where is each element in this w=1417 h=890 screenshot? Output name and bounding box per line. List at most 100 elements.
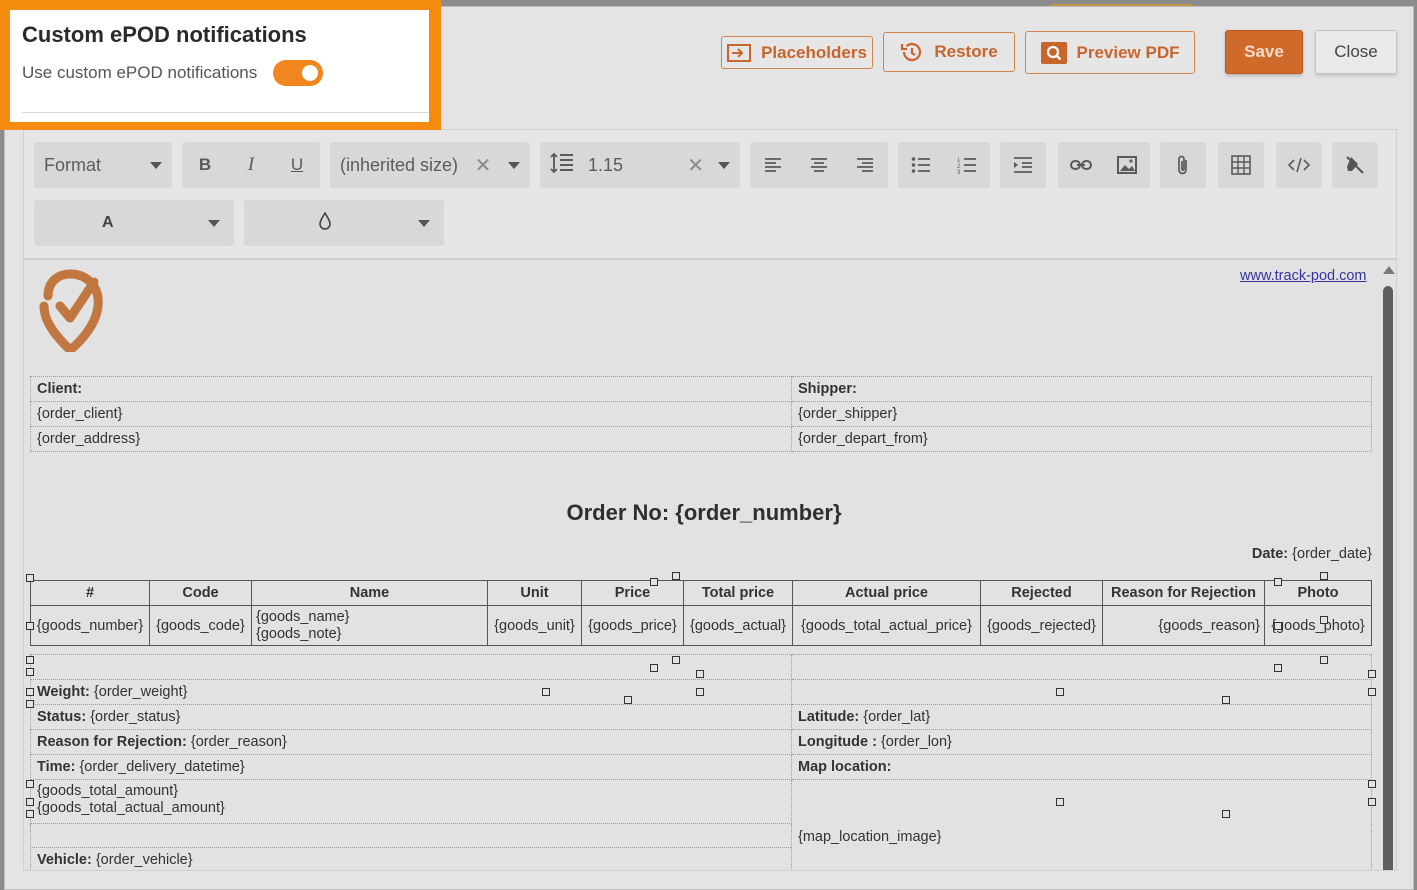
goods-unit-cell: {goods_unit} — [487, 605, 582, 646]
chevron-down-icon — [208, 219, 220, 227]
resize-handle[interactable] — [26, 810, 34, 818]
resize-handle[interactable] — [1222, 696, 1230, 704]
resize-handle[interactable] — [1320, 656, 1328, 664]
resize-handle[interactable] — [26, 622, 34, 630]
goods-number-cell: {goods_number} — [30, 605, 150, 646]
resize-handle[interactable] — [650, 578, 658, 586]
resize-handle[interactable] — [1056, 688, 1064, 696]
resize-handle[interactable] — [696, 688, 704, 696]
clear-icon[interactable]: ✕ — [687, 153, 704, 178]
goods-col-name: Name — [251, 580, 488, 606]
resize-handle[interactable] — [1320, 616, 1328, 624]
bold-icon[interactable]: B — [182, 142, 228, 188]
resize-handle[interactable] — [26, 574, 34, 582]
table-icon[interactable] — [1218, 142, 1264, 188]
goods-total-actual-cell: {goods_total_actual_price} — [792, 605, 981, 646]
numbered-list-icon[interactable]: 123 — [944, 142, 990, 188]
bullet-list-icon[interactable] — [898, 142, 944, 188]
resize-handle[interactable] — [1368, 780, 1376, 788]
delivery-info-table: Weight: {order_weight} Status: {order_st… — [30, 654, 1372, 870]
totals-cell: {goods_total_amount} {goods_total_actual… — [30, 779, 792, 824]
align-left-icon[interactable] — [750, 142, 796, 188]
clear-icon[interactable]: ✕ — [475, 153, 492, 178]
resize-handle[interactable] — [26, 798, 34, 806]
underline-icon[interactable]: U — [274, 142, 320, 188]
close-label: Close — [1334, 42, 1378, 61]
svg-text:3: 3 — [957, 170, 961, 174]
resize-handle[interactable] — [672, 656, 680, 664]
goods-col-code: Code — [149, 580, 252, 606]
resize-handle[interactable] — [26, 688, 34, 696]
chevron-down-icon — [718, 161, 730, 169]
preview-pdf-button[interactable]: Preview PDF — [1025, 31, 1195, 74]
parties-table: Client: Shipper: {order_client} {order_s… — [30, 376, 1372, 452]
goods-header-row: # Code Name Unit Price Total price Actua… — [30, 580, 1372, 606]
format-dropdown[interactable]: Format — [34, 142, 172, 188]
order-shipper-cell: {order_shipper} — [791, 401, 1372, 427]
indent-icon[interactable] — [1000, 142, 1046, 188]
resize-handle[interactable] — [1274, 622, 1282, 630]
placeholders-button[interactable]: Placeholders — [721, 36, 873, 69]
resize-handle[interactable] — [1368, 798, 1376, 806]
custom-epod-highlight-callout: Custom ePOD notifications Use custom ePO… — [0, 0, 441, 130]
website-link[interactable]: www.track-pod.com — [1240, 268, 1367, 284]
resize-handle[interactable] — [26, 668, 34, 676]
resize-handle[interactable] — [1368, 670, 1376, 678]
resize-handle[interactable] — [26, 656, 34, 664]
resize-handle[interactable] — [1274, 578, 1282, 586]
format-label: Format — [44, 154, 102, 175]
line-height-dropdown[interactable]: 1.15 ✕ — [540, 142, 740, 188]
resize-handle[interactable] — [26, 780, 34, 788]
resize-handle[interactable] — [1222, 810, 1230, 818]
image-icon[interactable] — [1104, 142, 1150, 188]
resize-handle[interactable] — [624, 696, 632, 704]
paperclip-icon[interactable] — [1160, 142, 1206, 188]
font-size-dropdown[interactable]: (inherited size) ✕ — [330, 142, 530, 188]
placeholders-label: Placeholders — [761, 42, 867, 62]
document-editor[interactable]: www.track-pod.com Client: Shipper: {orde… — [23, 259, 1397, 871]
client-header: Client: — [30, 376, 792, 402]
goods-code-cell: {goods_code} — [149, 605, 252, 646]
template-editor-modal: Placeholders Restore Preview PDF Save Cl… — [4, 6, 1414, 890]
restore-button[interactable]: Restore — [883, 32, 1015, 72]
line-height-icon — [550, 152, 574, 179]
font-color-dropdown[interactable]: A — [34, 200, 234, 246]
chevron-down-icon — [150, 161, 162, 169]
time-cell: Time: {order_delivery_datetime} — [30, 754, 792, 780]
goods-col-rejected: Rejected — [980, 580, 1103, 606]
align-right-icon[interactable] — [842, 142, 888, 188]
align-center-icon[interactable] — [796, 142, 842, 188]
resize-handle[interactable] — [542, 688, 550, 696]
chevron-down-icon — [508, 161, 520, 169]
close-button[interactable]: Close — [1315, 30, 1397, 74]
link-icon[interactable] — [1058, 142, 1104, 188]
resize-handle[interactable] — [1056, 798, 1064, 806]
panel-title: Custom ePOD notifications — [22, 22, 307, 47]
save-button[interactable]: Save — [1225, 30, 1303, 74]
resize-handle[interactable] — [650, 664, 658, 672]
resize-handle[interactable] — [696, 670, 704, 678]
resize-handle[interactable] — [1274, 664, 1282, 672]
text-style-group: B I U — [182, 142, 320, 188]
history-icon — [900, 40, 924, 64]
background-color-dropdown[interactable] — [244, 200, 444, 246]
custom-epod-toggle[interactable] — [273, 60, 323, 86]
resize-handle[interactable] — [672, 572, 680, 580]
resize-handle[interactable] — [1368, 688, 1376, 696]
resize-handle[interactable] — [1320, 572, 1328, 580]
code-view-icon[interactable] — [1276, 142, 1322, 188]
goods-col-price: Price — [581, 580, 684, 606]
order-client-cell: {order_client} — [30, 401, 792, 427]
editor-scrollbar[interactable] — [1382, 260, 1396, 870]
resize-handle[interactable] — [26, 700, 34, 708]
goods-reason-cell: {goods_reason} — [1102, 605, 1265, 646]
clear-formatting-icon[interactable] — [1332, 142, 1378, 188]
scroll-up-icon[interactable] — [1383, 266, 1395, 274]
document-content: www.track-pod.com Client: Shipper: {orde… — [24, 260, 1384, 870]
placeholders-icon — [727, 43, 752, 63]
search-icon — [1040, 41, 1067, 64]
toggle-label: Use custom ePOD notifications — [22, 63, 258, 82]
order-depart-cell: {order_depart_from} — [791, 426, 1372, 452]
scrollbar-thumb[interactable] — [1383, 286, 1393, 870]
italic-icon[interactable]: I — [228, 142, 274, 188]
